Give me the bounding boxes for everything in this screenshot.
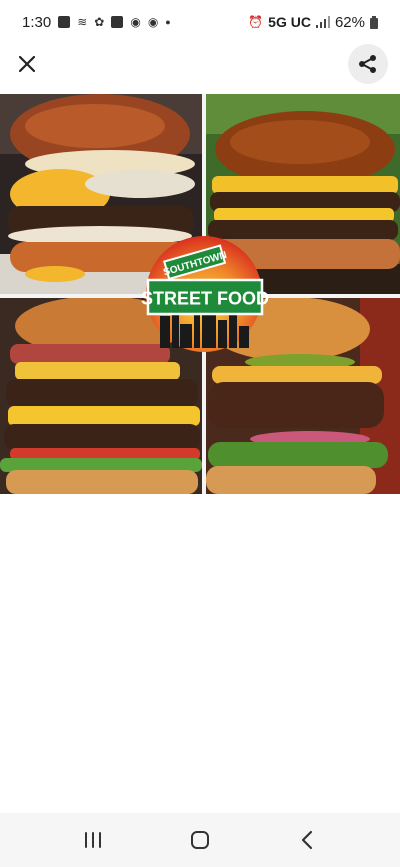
chrome-icon: ◉ <box>147 15 159 29</box>
battery-label: 62% <box>334 13 365 31</box>
back-button[interactable] <box>277 818 337 862</box>
more-dot-icon: ● <box>165 16 171 27</box>
alarm-icon: ⏰ <box>248 15 264 29</box>
wifi-calling-icon: ≋ <box>77 15 88 29</box>
recent-apps-button[interactable] <box>63 818 123 862</box>
status-right: ⏰ 5G UC 62% <box>248 14 378 31</box>
home-icon <box>190 831 209 849</box>
battery-icon <box>370 15 378 29</box>
share-button[interactable] <box>348 44 388 84</box>
home-button[interactable] <box>170 818 230 862</box>
system-navigation-bar <box>0 813 400 867</box>
signal-icon <box>315 16 330 28</box>
status-time: 1:30 <box>22 13 52 31</box>
close-button[interactable] <box>10 47 44 81</box>
close-icon <box>18 55 36 73</box>
share-icon <box>359 55 376 73</box>
burger-collage-image[interactable]: SOUTHTOWN STREET FOOD <box>0 94 400 494</box>
stocks-app-icon <box>58 16 71 28</box>
logo-main-text: STREET FOOD <box>141 289 269 309</box>
recent-apps-icon <box>85 832 102 848</box>
status-left: 1:30 ≋ ✿ ◉ ◉ ● <box>22 14 171 31</box>
network-label: 5G UC <box>268 14 311 30</box>
back-icon <box>301 830 312 850</box>
s-app-icon <box>111 16 124 28</box>
chrome-icon: ◉ <box>130 15 141 29</box>
pinwheel-icon: ✿ <box>94 15 105 29</box>
status-bar: 1:30 ≋ ✿ ◉ ◉ ● ⏰ 5G UC 62% <box>0 0 400 44</box>
image-viewer-toolbar <box>0 44 400 86</box>
